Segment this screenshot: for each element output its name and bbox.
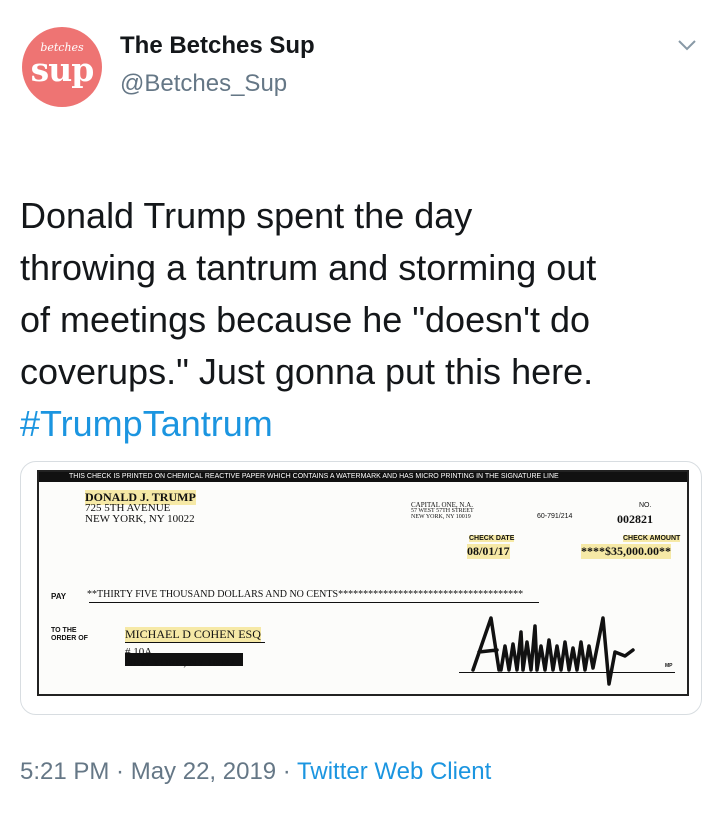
- chevron-down-icon[interactable]: [676, 36, 698, 54]
- amount-label: CHECK AMOUNT: [623, 535, 681, 542]
- author-name[interactable]: The Betches Sup: [120, 32, 315, 60]
- tweet-footer: 5:21 PM · May 22, 2019 · Twitter Web Cli…: [20, 758, 491, 786]
- avatar[interactable]: betches sup: [22, 27, 102, 107]
- check-amount: ****$35,000.00**: [581, 544, 671, 559]
- hashtag-link[interactable]: #TrumpTantrum: [20, 398, 710, 450]
- payee-address2: NEW YORK, NY 10022: [125, 657, 235, 669]
- routing-number: 60-791/214: [537, 513, 573, 520]
- pay-label: PAY: [51, 592, 67, 601]
- timestamp[interactable]: 5:21 PM · May 22, 2019 ·: [20, 758, 297, 785]
- author-handle[interactable]: @Betches_Sup: [120, 70, 287, 98]
- bank-address2: NEW YORK, NY 10019: [411, 514, 471, 520]
- date-label: CHECK DATE: [469, 535, 515, 542]
- amount-words: **THIRTY FIVE THOUSAND DOLLARS AND NO CE…: [87, 589, 524, 600]
- signature-image: [471, 616, 635, 686]
- mp-mark: MP: [665, 663, 673, 669]
- tweet-body: Donald Trump spent the day throwing a ta…: [20, 195, 597, 392]
- tweet-media[interactable]: THIS CHECK IS PRINTED ON CHEMICAL REACTI…: [20, 461, 702, 715]
- to-order-label1: TO THE: [51, 627, 77, 634]
- payee-name: MICHAEL D COHEN ESQ: [125, 627, 261, 642]
- payee-line: [125, 642, 265, 643]
- check-number: 002821: [617, 512, 653, 526]
- payer-address2: NEW YORK, NY 10022: [85, 513, 195, 525]
- check-image: THIS CHECK IS PRINTED ON CHEMICAL REACTI…: [37, 470, 689, 696]
- to-order-label2: ORDER OF: [51, 635, 88, 642]
- pay-line: [89, 602, 539, 603]
- avatar-big-text: sup: [30, 50, 95, 89]
- client-link[interactable]: Twitter Web Client: [297, 758, 491, 785]
- signature-line: [459, 672, 675, 673]
- check-date: 08/01/17: [467, 544, 510, 559]
- check-banner: THIS CHECK IS PRINTED ON CHEMICAL REACTI…: [39, 472, 687, 482]
- tweet-text: Donald Trump spent the day throwing a ta…: [20, 138, 710, 502]
- number-label: NO.: [639, 502, 652, 509]
